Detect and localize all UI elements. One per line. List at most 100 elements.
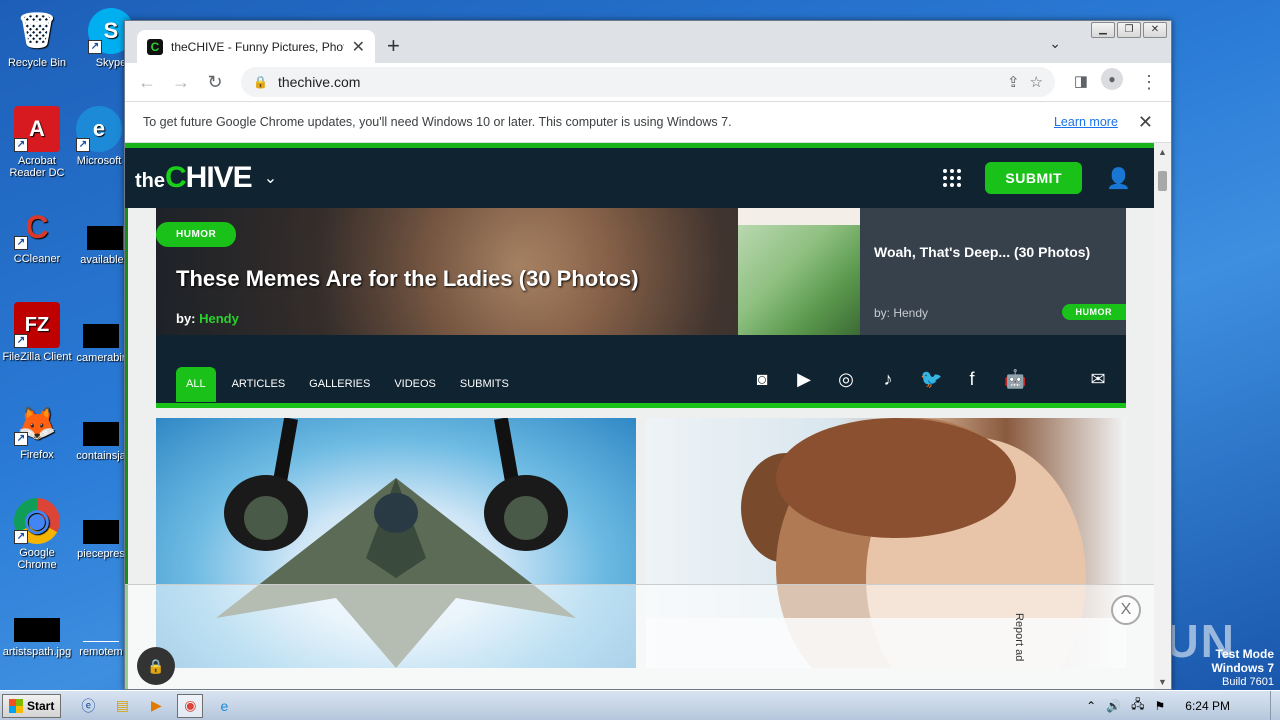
scroll-down-arrow-icon[interactable]: ▼	[1154, 677, 1171, 687]
side-category-badge[interactable]: HUMOR	[1061, 304, 1126, 320]
thechive-logo[interactable]: the CHIVE	[135, 161, 253, 195]
twitter-icon[interactable]: 🐦	[920, 369, 942, 390]
logo-chevron-down-icon[interactable]: ⌄	[264, 168, 277, 188]
hero-category-badge[interactable]: HUMOR	[156, 222, 237, 247]
taskbar-clock[interactable]: 6:24 PM	[1185, 699, 1230, 713]
back-arrow-icon[interactable]: ←	[133, 68, 161, 96]
file-thumbnail-icon	[83, 324, 119, 348]
tiktok-icon[interactable]: ♪	[878, 369, 898, 390]
reload-icon[interactable]: ↻	[201, 68, 229, 96]
scroll-up-arrow-icon[interactable]: ▲	[1154, 147, 1171, 157]
infobar-close-icon[interactable]: ✕	[1138, 112, 1153, 133]
taskbar-media-player-icon[interactable]: ▶	[143, 694, 169, 718]
file-thumbnail-icon	[87, 226, 123, 250]
side-panel-icon[interactable]: ◨	[1067, 68, 1095, 96]
facebook-icon[interactable]: f	[962, 369, 982, 390]
profile-button[interactable]: ●	[1101, 68, 1129, 96]
profile-avatar-icon: ●	[1101, 68, 1123, 90]
instagram-icon[interactable]: ◎	[836, 369, 856, 390]
chrome-icon: ◉ ↗	[14, 498, 60, 544]
windows-flag-icon	[9, 698, 23, 713]
ad-overlay: X Report ad 🔒	[125, 584, 1155, 689]
nav-submits[interactable]: SUBMITS	[452, 367, 517, 402]
side-article-card[interactable]: Woah, That's Deep... (30 Photos) by: Hen…	[738, 208, 1126, 335]
site-header: the CHIVE ⌄ SUBMIT 👤	[125, 148, 1155, 208]
chrome-window: ▁ ❐ ✕ C theCHIVE - Funny Pictures, Photo…	[124, 20, 1172, 690]
filezilla-icon: FZ ↗	[14, 302, 60, 348]
test-mode-label: Test Mode Windows 7 Build 7601	[1211, 647, 1274, 688]
report-ad-link[interactable]: Report ad	[1013, 613, 1025, 661]
taskbar-explorer-icon[interactable]: ▤	[109, 694, 135, 718]
side-article-byline: by: Hendy	[874, 306, 929, 320]
tab-search-chevron-icon[interactable]: ⌄	[1049, 35, 1061, 52]
file-thumbnail-icon	[83, 422, 119, 446]
email-icon[interactable]: ✉	[1088, 369, 1108, 390]
social-links: ◙ ▶ ◎ ♪ 🐦 f 🤖 ✉	[752, 369, 1108, 390]
url-text[interactable]: thechive.com	[278, 74, 997, 90]
page-scrollbar[interactable]: ▲ ▼	[1154, 143, 1171, 689]
menu-kebab-icon[interactable]: ⋮	[1135, 68, 1163, 96]
discord-icon[interactable]: ◙	[752, 369, 772, 390]
desktop-icon-recycle-bin[interactable]: 🗑 Recycle Bin	[0, 8, 74, 69]
nav-videos[interactable]: VIDEOS	[386, 367, 444, 402]
desktop-icon-ccleaner[interactable]: C ↗ CCleaner	[0, 204, 74, 265]
system-tray: ⌃ 🔊 🖧 ⚑ 6:24 PM	[1086, 695, 1280, 716]
hero-title[interactable]: These Memes Are for the Ladies (30 Photo…	[176, 266, 639, 292]
tab-thechive[interactable]: C theCHIVE - Funny Pictures, Photos, ✕	[137, 30, 375, 63]
ccleaner-icon: C ↗	[14, 204, 60, 250]
apps-grid-icon[interactable]	[943, 169, 962, 187]
nav-galleries[interactable]: GALLERIES	[301, 367, 378, 402]
hero-author-link[interactable]: Hendy	[199, 311, 239, 326]
bookmark-star-icon[interactable]: ☆	[1030, 73, 1043, 91]
android-icon[interactable]: 🤖	[1004, 369, 1026, 390]
desktop-icon-file[interactable]: artistspath.jpg	[0, 608, 74, 658]
lock-icon[interactable]: 🔒	[253, 75, 268, 89]
taskbar-ie-icon[interactable]: ⓔ	[75, 694, 101, 718]
nav-articles[interactable]: ARTICLES	[224, 367, 294, 402]
recycle-bin-icon: 🗑	[15, 12, 59, 50]
show-desktop-button[interactable]	[1270, 691, 1280, 720]
scroll-thumb[interactable]	[1158, 171, 1167, 191]
update-infobar: To get future Google Chrome updates, you…	[125, 101, 1171, 143]
desktop-icon-firefox[interactable]: 🦊 ↗ Firefox	[0, 400, 74, 461]
start-button[interactable]: Start	[2, 693, 62, 718]
forward-arrow-icon[interactable]: →	[167, 68, 195, 96]
close-tab-icon[interactable]: ✕	[352, 37, 365, 57]
share-icon[interactable]: ⇪	[1007, 73, 1020, 91]
side-article-title[interactable]: Woah, That's Deep... (30 Photos)	[874, 244, 1090, 260]
action-center-flag-icon[interactable]: ⚑	[1155, 699, 1166, 713]
side-article-thumbnail[interactable]	[738, 225, 860, 335]
infobar-message: To get future Google Chrome updates, you…	[143, 115, 732, 129]
tab-title: theCHIVE - Funny Pictures, Photos,	[171, 39, 344, 54]
taskbar-chrome-icon[interactable]: ◉	[177, 693, 204, 718]
tray-expand-icon[interactable]: ⌃	[1086, 699, 1096, 713]
nav-all[interactable]: ALL	[176, 367, 216, 402]
apple-icon[interactable]	[1046, 369, 1066, 390]
network-icon[interactable]: 🖧	[1131, 695, 1144, 716]
edge-icon: e ↗	[76, 106, 122, 152]
windows-taskbar: Start ⓔ ▤ ▶ ◉ e ⌃ 🔊 🖧 ⚑ 6:24 PM	[0, 690, 1280, 720]
browser-toolbar: ← → ↻ 🔒 thechive.com ⇪ ☆ ◨ ● ⋮	[125, 63, 1171, 101]
category-navbar: ALL ARTICLES GALLERIES VIDEOS SUBMITS ◙ …	[156, 335, 1126, 408]
firefox-icon: 🦊 ↗	[14, 400, 60, 446]
acrobat-icon: A ↗	[14, 106, 60, 152]
desktop-icon-filezilla[interactable]: FZ ↗ FileZilla Client	[0, 302, 74, 363]
address-bar[interactable]: 🔒 thechive.com ⇪ ☆	[241, 67, 1055, 97]
submit-button[interactable]: SUBMIT	[985, 162, 1083, 194]
desktop-icons: 🗑 Recycle Bin S ↗ Skype A ↗ Acrobat Reader…	[0, 0, 134, 690]
learn-more-link[interactable]: Learn more	[1054, 115, 1118, 129]
file-thumbnail-icon	[14, 618, 60, 642]
privacy-lock-icon[interactable]: 🔒	[137, 647, 175, 685]
hero-byline: by: Hendy	[176, 311, 239, 326]
web-page: the CHIVE ⌄ SUBMIT 👤 HUMOR These Memes A…	[125, 143, 1155, 689]
volume-icon[interactable]: 🔊	[1106, 699, 1121, 713]
desktop-icon-chrome[interactable]: ◉ ↗ Google Chrome	[0, 498, 74, 571]
ad-close-button[interactable]: X	[1111, 595, 1141, 625]
user-account-icon[interactable]: 👤	[1106, 166, 1131, 191]
file-thumbnail-icon	[83, 618, 119, 642]
new-tab-button[interactable]: +	[387, 34, 400, 58]
youtube-icon[interactable]: ▶	[794, 369, 814, 390]
tab-bar: C theCHIVE - Funny Pictures, Photos, ✕ +…	[125, 21, 1171, 63]
taskbar-edge-icon[interactable]: e	[211, 694, 237, 718]
hero-article[interactable]: HUMOR These Memes Are for the Ladies (30…	[156, 208, 738, 335]
